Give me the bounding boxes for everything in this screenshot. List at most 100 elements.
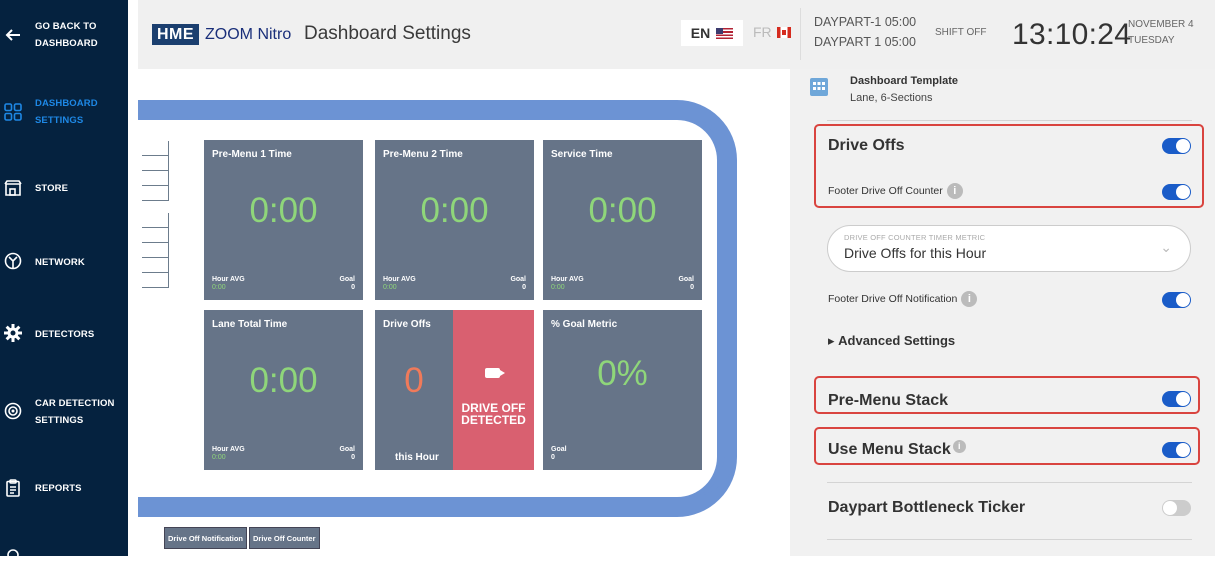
goal-label: Goal <box>551 446 567 453</box>
card-title: Pre-Menu 2 Time <box>383 149 463 160</box>
template-subtitle: Lane, 6-Sections <box>850 92 933 104</box>
hour-avg-label: Hour AVG <box>212 276 245 283</box>
detector-slot <box>142 243 169 258</box>
date-line-1: NOVEMBER 4 <box>1128 19 1194 30</box>
detector-slot <box>142 186 169 201</box>
dashboard-preview: Pre-Menu 1 Time 0:00 Hour AVG 0:00 Goal 0 … <box>138 69 790 556</box>
language-fr-button[interactable]: FR <box>753 24 791 40</box>
detector-slot <box>142 171 169 186</box>
hour-avg-value: 0:00 <box>212 454 226 461</box>
sidebar-item-dashboard-settings[interactable]: DASHBOARD SETTINGS <box>0 94 128 130</box>
detector-slot <box>142 213 169 228</box>
goal-label: Goal <box>678 276 694 283</box>
drive-off-notification-button[interactable]: Drive Off Notification <box>164 527 248 549</box>
card-service-time[interactable]: Service Time 0:00 Hour AVG 0:00 Goal 0 <box>543 140 702 300</box>
card-title: Service Time <box>551 149 613 160</box>
user-icon <box>2 542 24 564</box>
shift-status: SHIFT OFF <box>935 27 987 38</box>
page-title: Dashboard Settings <box>304 23 471 44</box>
pre-menu-stack-toggle[interactable] <box>1162 391 1191 407</box>
goal-label: Goal <box>510 276 526 283</box>
clock: 13:10:24 <box>1012 18 1132 51</box>
info-icon[interactable]: i <box>946 183 963 199</box>
header: HME ZOOM Nitro Dashboard Settings EN FR … <box>138 0 1215 69</box>
footer-notification-toggle[interactable] <box>1162 292 1191 308</box>
divider <box>827 482 1192 483</box>
use-menu-stack-setting: Use Menu Stack i <box>828 439 966 459</box>
card-title: Pre-Menu 1 Time <box>212 149 292 160</box>
card-value: 0% <box>597 354 648 393</box>
info-icon[interactable]: i <box>961 291 978 307</box>
sidebar-label-detectors: DETECTORS <box>35 329 95 340</box>
card-goal-metric[interactable]: % Goal Metric 0% Goal 0 <box>543 310 702 470</box>
sidebar-label-reports: REPORTS <box>35 483 82 494</box>
advanced-settings-toggle[interactable]: ▸ Advanced Settings <box>828 333 955 349</box>
product-name: ZOOM Nitro <box>205 26 292 43</box>
sidebar-item-user[interactable] <box>0 542 128 560</box>
detector-slot <box>142 156 169 171</box>
drive-off-alert: DRIVE OFF DETECTED <box>453 310 534 470</box>
footer-counter-setting: Footer Drive Off Counter i <box>828 183 963 199</box>
daypart-line-2: DAYPART 1 05:00 <box>814 35 916 49</box>
template-icon <box>810 78 828 96</box>
go-back-label-1: GO BACK TO <box>35 21 97 32</box>
sidebar-item-detectors[interactable]: DETECTORS <box>0 322 128 346</box>
detector-slot <box>142 141 169 156</box>
drive-offs-toggle[interactable] <box>1162 138 1191 154</box>
arrow-left-icon <box>2 24 24 46</box>
goal-value: 0 <box>690 284 694 291</box>
footer-counter-label: Footer Drive Off Counter <box>828 185 943 197</box>
card-title: Drive Offs <box>383 319 431 330</box>
use-menu-stack-toggle[interactable] <box>1162 442 1191 458</box>
use-menu-stack-label: Use Menu Stack <box>828 441 951 458</box>
dropdown-value: Drive Offs for this Hour <box>844 245 987 261</box>
sidebar-label-store: STORE <box>35 183 69 194</box>
dashboard-footer: Drive Off Notification Drive Off Counter <box>164 527 320 549</box>
sidebar-label-settings: SETTINGS <box>35 115 84 126</box>
goal-value: 0 <box>522 284 526 291</box>
counter-metric-dropdown[interactable]: DRIVE OFF COUNTER TIMER METRIC Drive Off… <box>827 225 1191 272</box>
gear-icon <box>2 322 24 344</box>
divider <box>827 120 1192 121</box>
sidebar-separator <box>128 0 138 556</box>
network-icon <box>2 250 24 272</box>
footer-notification-setting: Footer Drive Off Notification i <box>828 291 978 307</box>
info-icon[interactable]: i <box>952 439 966 453</box>
divider <box>827 539 1192 540</box>
drive-offs-label: Drive Offs <box>828 137 905 154</box>
language-en-button[interactable]: EN <box>681 20 743 46</box>
sidebar-item-reports[interactable]: REPORTS <box>0 476 128 500</box>
footer-notification-label: Footer Drive Off Notification <box>828 293 958 305</box>
bottleneck-label: Daypart Bottleneck Ticker <box>828 499 1026 516</box>
go-back-button[interactable]: GO BACK TO DASHBOARD <box>0 17 128 53</box>
footer-counter-toggle[interactable] <box>1162 184 1191 200</box>
card-drive-offs[interactable]: Drive Offs 0 this Hour DRIVE OFF DETECTED <box>375 310 534 470</box>
goal-value: 0 <box>351 454 355 461</box>
bottleneck-toggle[interactable] <box>1162 500 1191 516</box>
header-divider <box>800 8 801 60</box>
detector-slot <box>142 273 169 288</box>
detector-stack <box>142 141 169 288</box>
hour-avg-label: Hour AVG <box>383 276 416 283</box>
sidebar-item-store[interactable]: STORE <box>0 176 128 200</box>
language-fr-label: FR <box>753 24 772 40</box>
card-value: 0:00 <box>249 361 318 400</box>
sidebar-label-car-detection: CAR DETECTION <box>35 398 115 409</box>
card-pre-menu-1[interactable]: Pre-Menu 1 Time 0:00 Hour AVG 0:00 Goal 0 <box>204 140 363 300</box>
us-flag-icon <box>716 27 734 39</box>
hour-avg-value: 0:00 <box>551 284 565 291</box>
sidebar-label-network: NETWORK <box>35 257 85 268</box>
hour-avg-label: Hour AVG <box>212 446 245 453</box>
go-back-label-2: DASHBOARD <box>35 38 98 49</box>
drive-off-counter-button[interactable]: Drive Off Counter <box>249 527 320 549</box>
clipboard-icon <box>2 477 24 499</box>
sidebar-item-car-detection-settings[interactable]: CAR DETECTION SETTINGS <box>0 394 128 430</box>
sidebar-item-network[interactable]: NETWORK <box>0 250 128 274</box>
goal-value: 0 <box>351 284 355 291</box>
card-pre-menu-2[interactable]: Pre-Menu 2 Time 0:00 Hour AVG 0:00 Goal 0 <box>375 140 534 300</box>
goal-label: Goal <box>339 276 355 283</box>
radar-icon <box>2 400 24 422</box>
sidebar-label-car-settings: SETTINGS <box>35 415 84 426</box>
this-hour-label: this Hour <box>395 452 439 463</box>
card-lane-total-time[interactable]: Lane Total Time 0:00 Hour AVG 0:00 Goal 0 <box>204 310 363 470</box>
